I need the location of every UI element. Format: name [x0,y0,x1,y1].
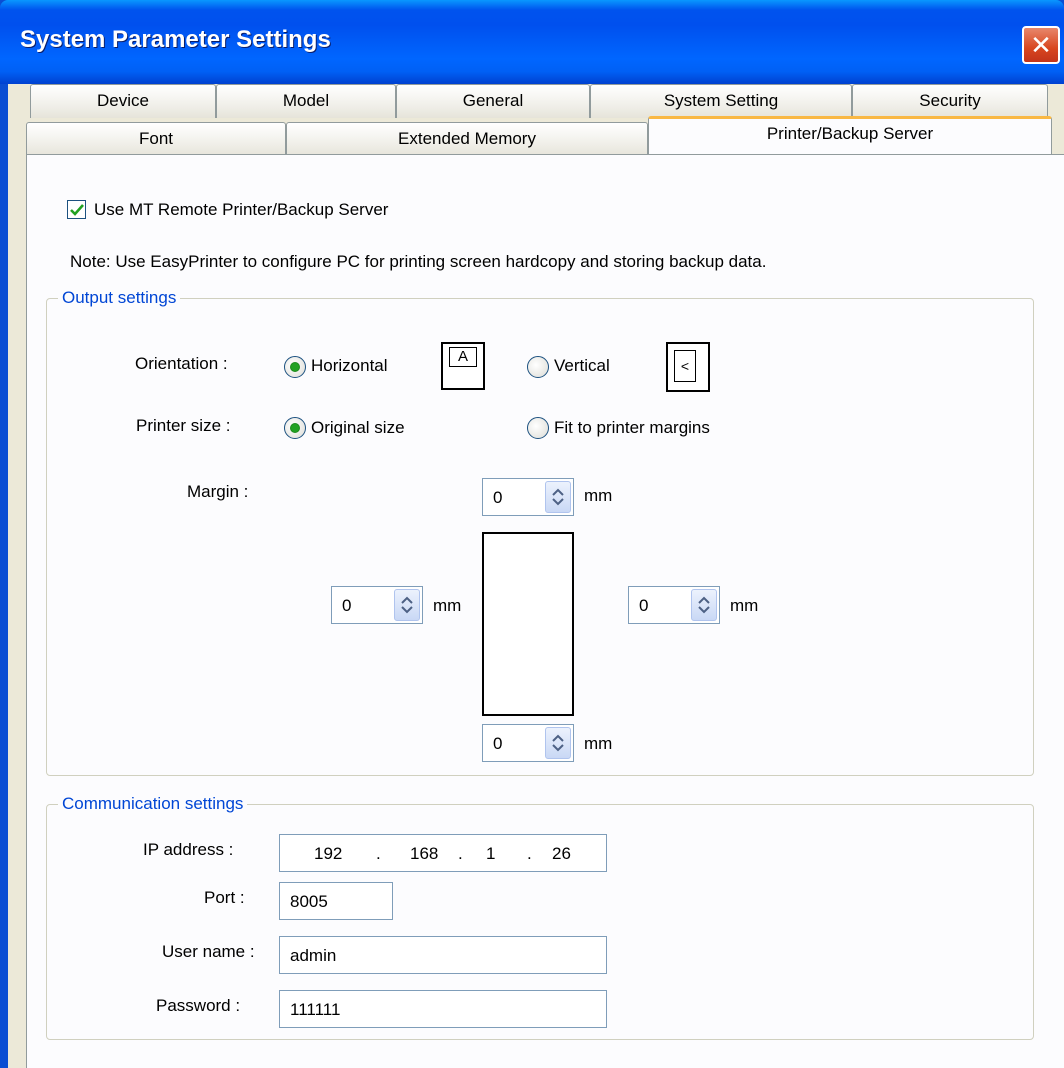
title-bar[interactable]: System Parameter Settings ✕ [0,0,1064,84]
ip-dot: . [527,844,532,863]
vertical-label: Vertical [554,356,610,375]
tab-model[interactable]: Model [216,84,396,118]
checkmark-icon [70,204,84,216]
original-size-label: Original size [311,418,405,437]
window-title: System Parameter Settings [20,26,331,53]
close-icon: ✕ [1030,30,1052,60]
vertical-page-icon: < [666,342,710,392]
tab-font[interactable]: Font [26,122,286,156]
dialog-window: System Parameter Settings ✕ Device Model… [0,0,1064,1068]
use-remote-label: Use MT Remote Printer/Backup Server [94,200,389,219]
horizontal-label: Horizontal [311,356,388,375]
margin-right-stepper[interactable]: 0 [628,586,720,624]
tab-general[interactable]: General [396,84,590,118]
printer-size-label: Printer size : [136,416,231,435]
margin-top-stepper[interactable]: 0 [482,478,574,516]
tab-device[interactable]: Device [30,84,216,118]
output-settings-title: Output settings [58,288,181,308]
ip-dot: . [458,844,463,863]
password-field[interactable]: 111111 [279,990,607,1028]
ip-octet-1: 192 [314,844,343,863]
tab-printer-backup-server[interactable]: Printer/Backup Server [648,116,1052,154]
vertical-radio[interactable] [527,356,549,378]
tab-system-setting[interactable]: System Setting [590,84,852,118]
ip-octet-3: 1 [486,844,496,863]
user-name-field[interactable]: admin [279,936,607,974]
use-remote-checkbox[interactable] [67,200,86,219]
port-field[interactable]: 8005 [279,882,393,920]
spin-arrows-icon[interactable] [545,481,571,513]
ip-octet-2: 168 [410,844,439,863]
fit-margins-label: Fit to printer margins [554,418,710,437]
vertical-frame-icon: < [674,350,696,382]
port-label: Port : [204,888,245,907]
ip-address-field[interactable]: 192 . 168 . 1 . 26 [279,834,607,872]
margin-bottom-stepper[interactable]: 0 [482,724,574,762]
spin-arrows-icon[interactable] [545,727,571,759]
ip-dot: . [376,844,381,863]
margin-top-unit: mm [584,486,613,505]
margin-left-stepper[interactable]: 0 [331,586,423,624]
note-text: Note: Use EasyPrinter to configure PC fo… [70,252,767,271]
page-preview [482,532,574,716]
ip-octet-4: 26 [552,844,571,863]
horizontal-radio[interactable] [284,356,306,378]
orientation-label: Orientation : [135,354,228,373]
communication-settings-title: Communication settings [58,794,248,814]
fit-margins-radio[interactable] [527,417,549,439]
original-size-radio[interactable] [284,417,306,439]
ip-address-label: IP address : [143,840,234,859]
tab-extended-memory[interactable]: Extended Memory [286,122,648,156]
horizontal-page-icon: A [441,342,485,390]
close-button[interactable]: ✕ [1022,26,1060,64]
tab-security[interactable]: Security [852,84,1048,118]
password-label: Password : [156,996,241,1015]
spin-arrows-icon[interactable] [691,589,717,621]
horizontal-frame-icon: A [449,347,477,367]
margin-label: Margin : [187,482,249,501]
margin-right-unit: mm [730,596,759,615]
spin-arrows-icon[interactable] [394,589,420,621]
margin-bottom-unit: mm [584,734,613,753]
user-name-label: User name : [162,942,255,961]
margin-left-unit: mm [433,596,462,615]
